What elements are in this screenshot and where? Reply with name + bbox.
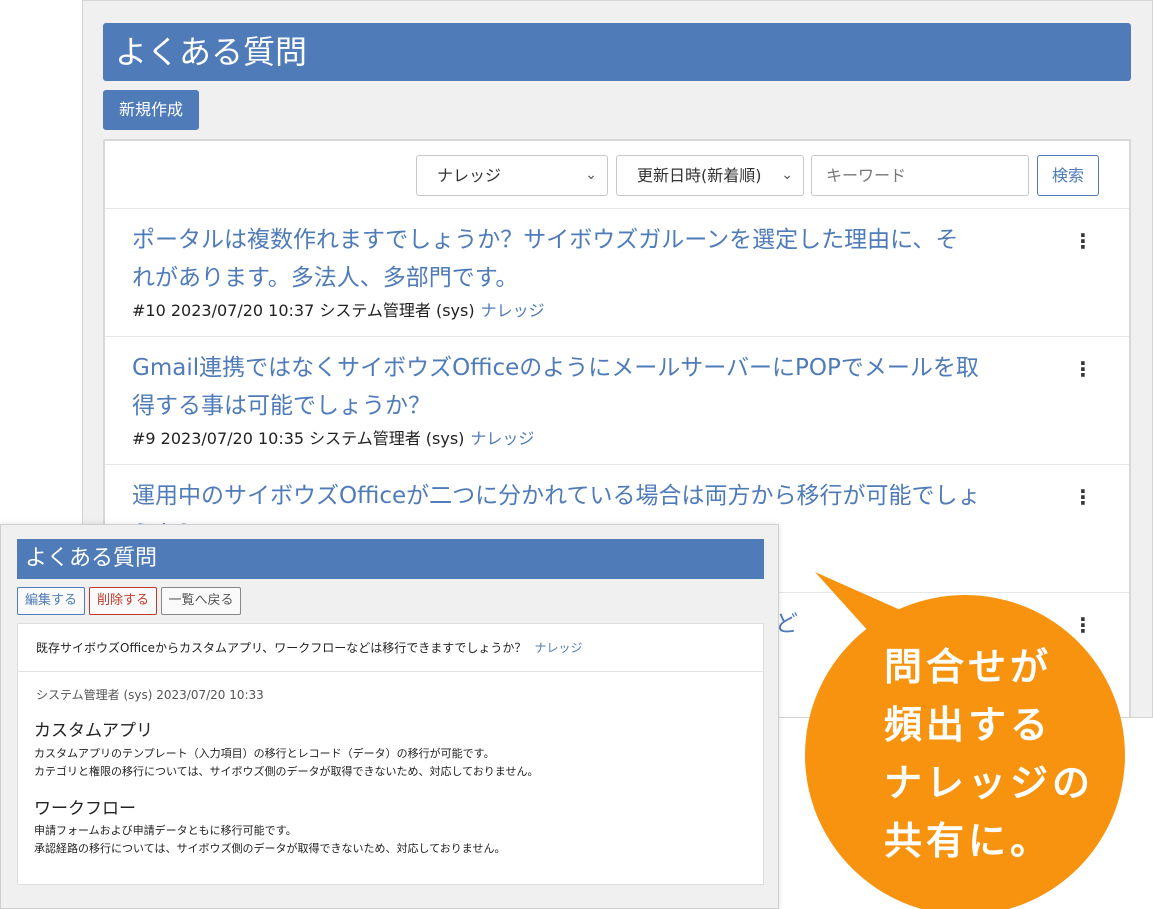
callout-line: 共有に。	[884, 819, 1053, 863]
section-line: 申請フォームおよび申請データともに移行可能です。	[34, 824, 297, 837]
kebab-menu-icon[interactable]: ⋮	[1073, 613, 1093, 637]
item-tag-link[interactable]: ナレッジ	[470, 429, 534, 448]
filter-bar: ナレッジ ⌄ 更新日時(新着順) ⌄ 検索	[105, 141, 1129, 209]
item-meta: #10 2023/07/20 10:37 システム管理者 (sys) ナレッジ	[132, 297, 545, 321]
item-meta-text: #10 2023/07/20 10:37 システム管理者 (sys)	[132, 301, 475, 320]
sort-select-value: 更新日時(新着順)	[637, 166, 762, 185]
question-tag-link[interactable]: ナレッジ	[534, 641, 582, 655]
detail-panel: 既存サイボウズOfficeからカスタムアプリ、ワークフローなどは移行できますでし…	[17, 623, 764, 885]
question-text: 既存サイボウズOfficeからカスタムアプリ、ワークフローなどは移行できますでし…	[36, 641, 527, 655]
detail-meta: システム管理者 (sys) 2023/07/20 10:33	[36, 688, 264, 702]
chevron-down-icon: ⌄	[585, 167, 597, 183]
page-title: よくある質問	[103, 23, 1131, 81]
kebab-menu-icon[interactable]: ⋮	[1073, 357, 1093, 381]
section-body: 申請フォームおよび申請データともに移行可能です。 承認経路の移行については、サイ…	[34, 822, 505, 858]
list-item: ポータルは複数作れますでしょうか？サイボウズガルーンを選定した理由に、そ れがあ…	[105, 209, 1129, 337]
detail-page-title: よくある質問	[17, 539, 764, 579]
back-to-list-button[interactable]: 一覧へ戻る	[161, 587, 241, 615]
faq-detail-window: よくある質問 編集する 削除する 一覧へ戻る 既存サイボウズOfficeからカス…	[0, 524, 779, 909]
chevron-down-icon: ⌄	[781, 167, 793, 183]
item-title-line: 得する事は可能でしょうか？	[132, 393, 431, 419]
category-select-value: ナレッジ	[437, 166, 502, 185]
item-tag-link[interactable]: ナレッジ	[481, 301, 545, 320]
list-item: Gmail連携ではなくサイボウズOfficeのようにメールサーバーにPOPでメー…	[105, 337, 1129, 465]
callout-line: 頻出する	[884, 703, 1053, 747]
kebab-menu-icon[interactable]: ⋮	[1073, 229, 1093, 253]
section-line: カテゴリと権限の移行については、サイボウズ側のデータが取得できないため、対応して…	[34, 765, 539, 778]
section-line: カスタムアプリのテンプレート（入力項目）の移行とレコード（データ）の移行が可能で…	[34, 747, 495, 760]
callout-line: ナレッジの	[884, 761, 1095, 805]
section-heading: ワークフロー	[34, 799, 136, 819]
item-title-line: 運用中のサイボウズOfficeが二つに分かれている場合は両方から移行が可能でしょ	[132, 483, 981, 509]
item-meta: #9 2023/07/20 10:35 システム管理者 (sys) ナレッジ	[132, 425, 534, 449]
category-select[interactable]: ナレッジ ⌄	[416, 155, 608, 196]
item-title-link[interactable]: ポータルは複数作れますでしょうか？サイボウズガルーンを選定した理由に、そ れがあ…	[132, 221, 1052, 297]
item-title-link[interactable]: Gmail連携ではなくサイボウズOfficeのようにメールサーバーにPOPでメー…	[132, 349, 1052, 425]
delete-button[interactable]: 削除する	[89, 587, 157, 615]
keyword-input[interactable]	[811, 155, 1029, 196]
section-body: カスタムアプリのテンプレート（入力項目）の移行とレコード（データ）の移行が可能で…	[34, 745, 538, 781]
new-button[interactable]: 新規作成	[103, 90, 199, 130]
item-title-line: Gmail連携ではなくサイボウズOfficeのようにメールサーバーにPOPでメー…	[132, 355, 979, 381]
search-button[interactable]: 検索	[1037, 155, 1099, 196]
edit-button[interactable]: 編集する	[17, 587, 85, 615]
section-line: 承認経路の移行については、サイボウズ側のデータが取得できないため、対応しておりま…	[34, 842, 506, 855]
sort-select[interactable]: 更新日時(新着順) ⌄	[616, 155, 804, 196]
callout-text: 問合せが 頻出する ナレッジの 共有に。	[884, 638, 1114, 870]
section-heading: カスタムアプリ	[34, 721, 153, 741]
callout-line: 問合せが	[884, 645, 1053, 689]
question-row: 既存サイボウズOfficeからカスタムアプリ、ワークフローなどは移行できますでし…	[18, 624, 763, 672]
item-meta-text: #9 2023/07/20 10:35 システム管理者 (sys)	[132, 429, 465, 448]
kebab-menu-icon[interactable]: ⋮	[1073, 485, 1093, 509]
item-title-line: ポータルは複数作れますでしょうか？サイボウズガルーンを選定した理由に、そ	[132, 227, 959, 253]
item-title-line: れがあります。多法人、多部門です。	[132, 265, 519, 291]
